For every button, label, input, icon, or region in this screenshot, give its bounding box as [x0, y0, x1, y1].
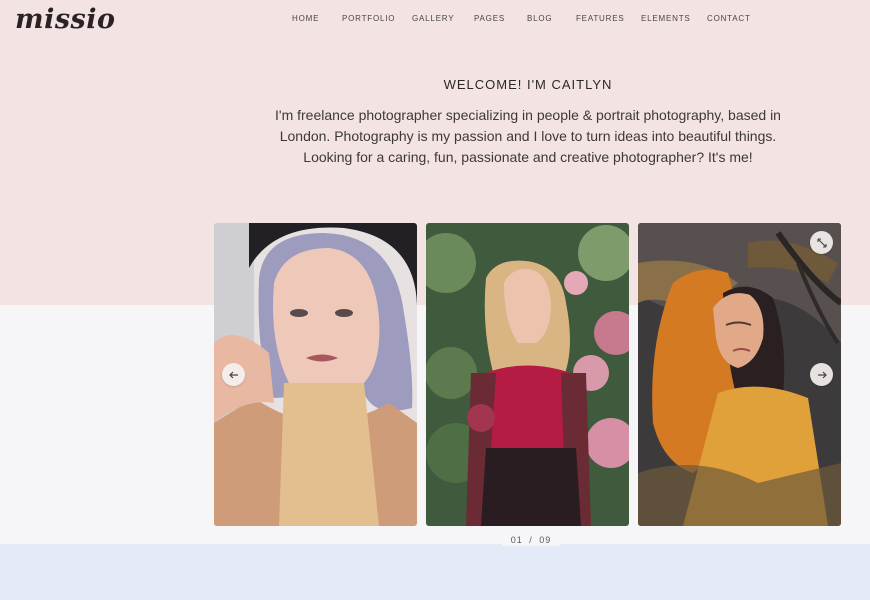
arrow-left-icon [228, 371, 238, 378]
nav-item-portfolio[interactable]: PORTFOLIO [342, 14, 395, 23]
footer-band [0, 544, 870, 600]
gallery-next-button[interactable] [810, 363, 833, 386]
nav-item-elements[interactable]: ELEMENTS [641, 14, 691, 23]
nav-item-blog[interactable]: BLOG [527, 14, 552, 23]
expand-icon [816, 237, 827, 248]
counter-total: 09 [539, 535, 552, 545]
hero-title: WELCOME! I'M CAITLYN [443, 77, 613, 92]
nav-item-contact[interactable]: CONTACT [707, 14, 751, 23]
gallery-photo-2[interactable] [426, 223, 629, 526]
nav-item-gallery[interactable]: GALLERY [412, 14, 454, 23]
expand-button[interactable] [810, 231, 833, 254]
arrow-right-icon [817, 371, 827, 378]
gallery-prev-button[interactable] [222, 363, 245, 386]
counter-current: 01 [510, 535, 523, 545]
main-nav: HOME PORTFOLIO GALLERY PAGES BLOG FEATUR… [0, 14, 870, 28]
gallery-counter: 01 / 09 [502, 534, 560, 546]
portrait-photo-2 [426, 223, 629, 526]
nav-item-home[interactable]: HOME [292, 14, 319, 23]
nav-item-features[interactable]: FEATURES [576, 14, 624, 23]
nav-item-pages[interactable]: PAGES [474, 14, 505, 23]
counter-separator: / [529, 535, 533, 545]
hero-description: I'm freelance photographer specializing … [275, 107, 781, 165]
